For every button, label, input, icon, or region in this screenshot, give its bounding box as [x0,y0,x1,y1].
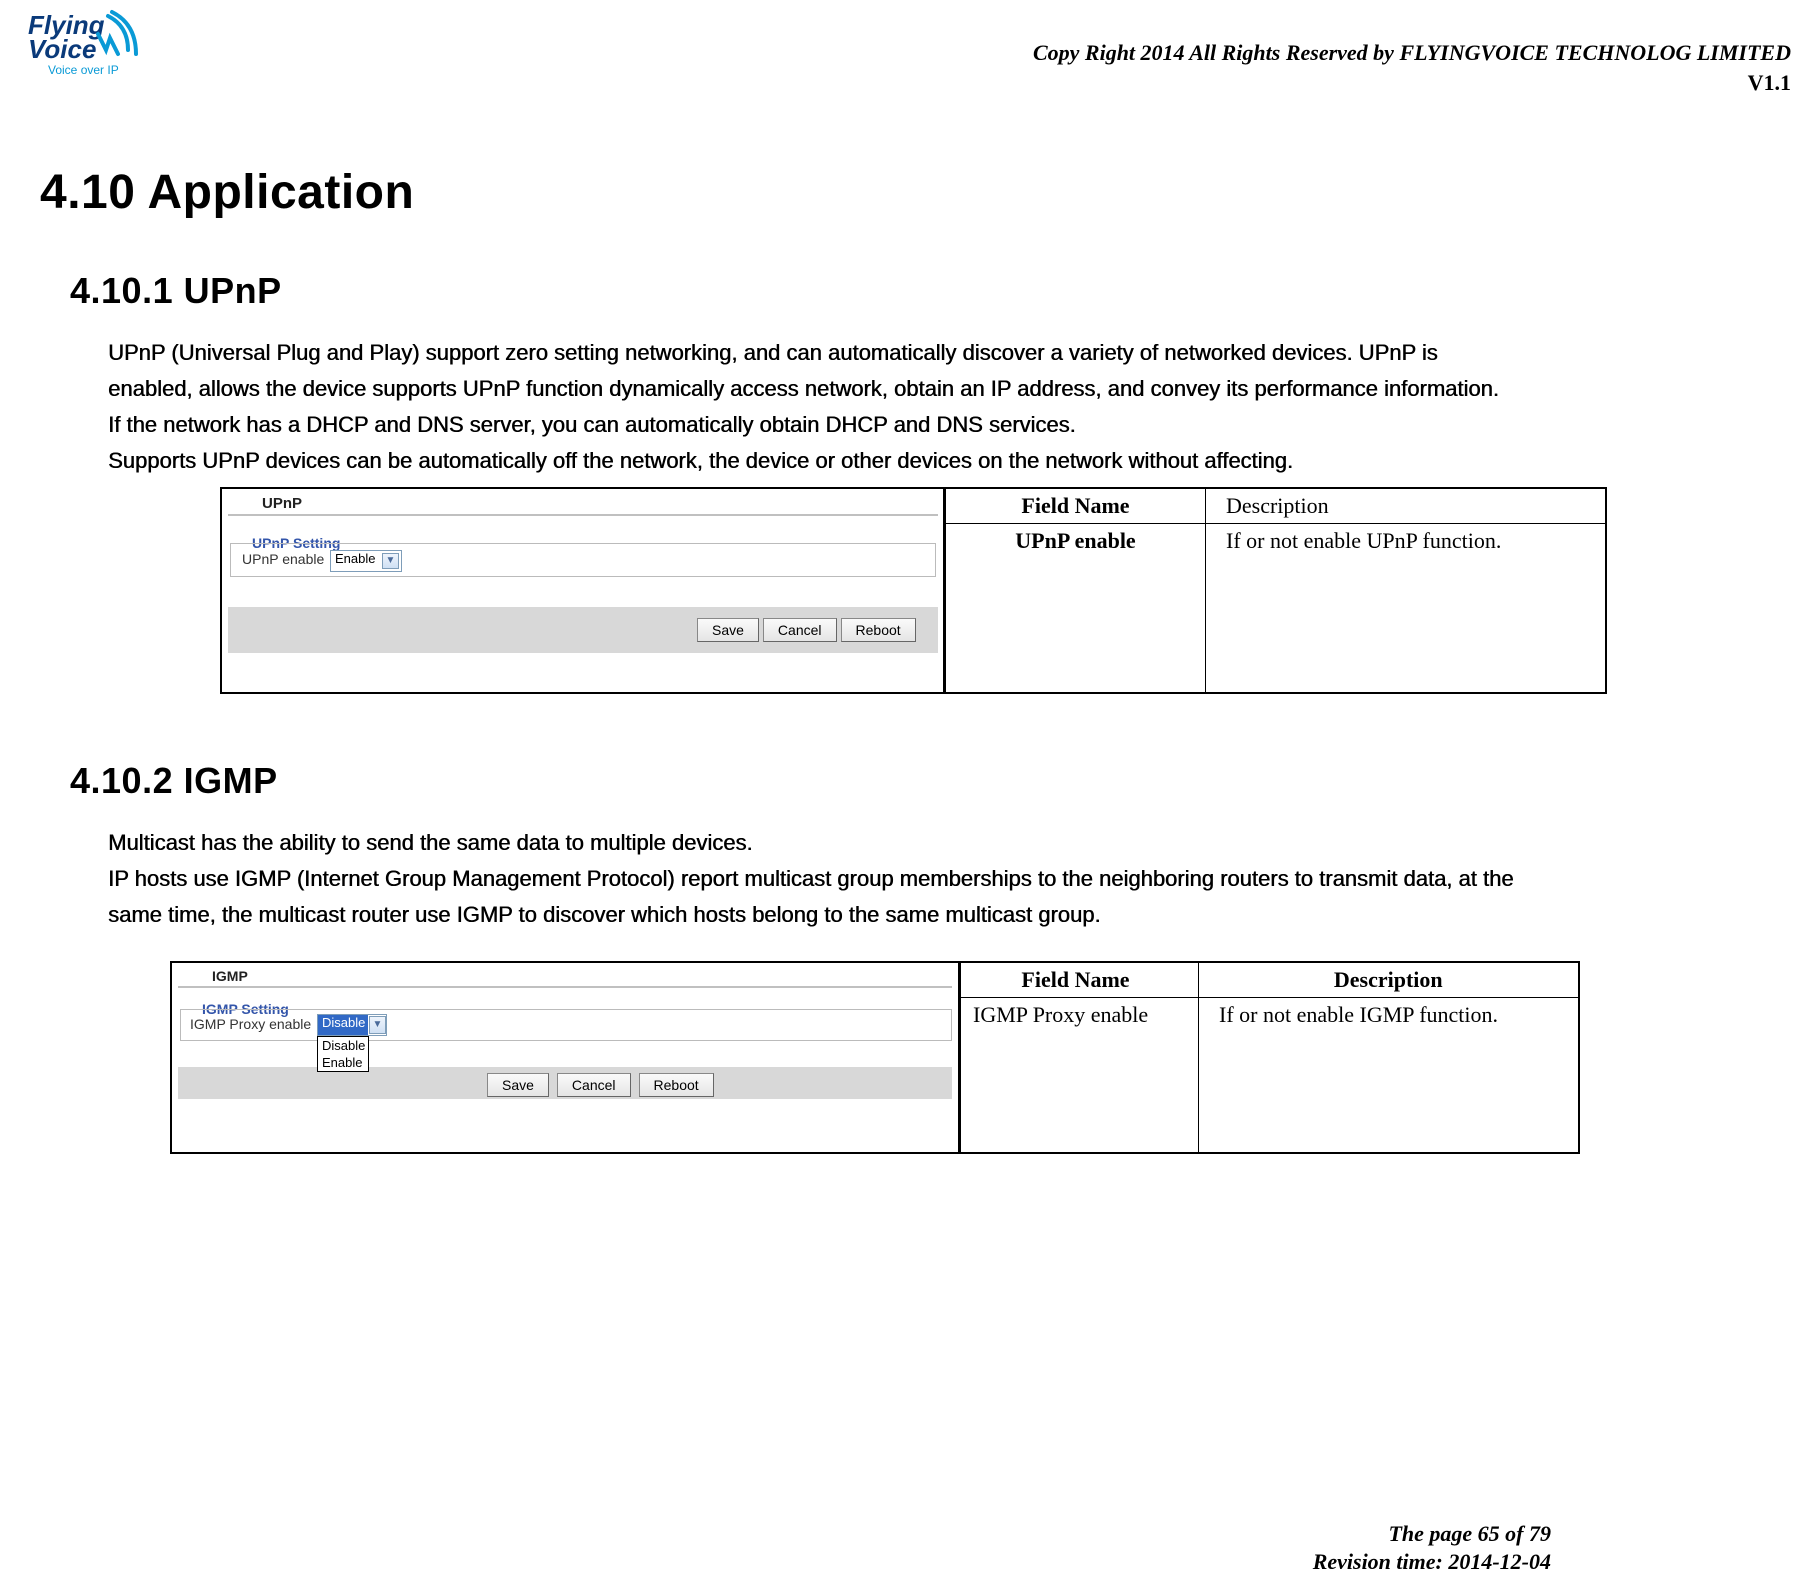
igmp-th-field: Field Name [961,962,1199,998]
igmp-td-field: IGMP Proxy enable [961,997,1199,1153]
upnp-td-desc: If or not enable UPnP function. [1206,523,1606,693]
upnp-para-2: enabled, allows the device supports UPnP… [108,373,1811,405]
h1-application: 4.10 Application [40,165,414,220]
upnp-description: UPnP (Universal Plug and Play) support z… [108,337,1811,477]
h2-upnp: 4.10.1 UPnP [70,270,1811,312]
igmp-option-disable[interactable]: Disable [318,1037,368,1054]
page-footer: The page 65 of 79 Revision time: 2014-12… [1313,1520,1551,1577]
upnp-panel-title: UPnP [262,495,302,512]
upnp-para-3: If the network has a DHCP and DNS server… [108,409,1811,441]
upnp-select-value: Enable [331,551,375,566]
igmp-th-desc: Description [1199,962,1579,998]
igmp-spec-table: Field Name Description IGMP Proxy enable… [960,961,1580,1155]
footer-page: The page 65 of 79 [1313,1520,1551,1549]
save-button[interactable]: Save [697,618,759,642]
upnp-para-4: Supports UPnP devices can be automatical… [108,445,1811,477]
igmp-divider [178,986,952,988]
igmp-dropdown-list[interactable]: Disable Enable [317,1036,369,1072]
copyright-text: Copy Right 2014 All Rights Reserved by F… [1033,40,1791,66]
logo: Flying Voice Voice over IP [28,8,143,80]
reboot-button[interactable]: Reboot [639,1073,714,1097]
upnp-divider [228,514,938,516]
header-right: Copy Right 2014 All Rights Reserved by F… [1033,40,1791,96]
igmp-para-1: Multicast has the ability to send the sa… [108,827,1811,859]
upnp-th-field: Field Name [946,488,1206,524]
upnp-th-desc: Description [1206,488,1606,524]
upnp-para-1: UPnP (Universal Plug and Play) support z… [108,337,1811,369]
save-button[interactable]: Save [487,1073,549,1097]
cancel-button[interactable]: Cancel [557,1073,631,1097]
igmp-para-2: IP hosts use IGMP (Internet Group Manage… [108,863,1811,895]
upnp-enable-label: UPnP enable [242,551,324,567]
igmp-select-value: Disable [318,1015,368,1035]
upnp-td-field: UPnP enable [946,523,1206,693]
igmp-para-3: same time, the multicast router use IGMP… [108,899,1811,931]
igmp-option-enable[interactable]: Enable [318,1054,368,1071]
reboot-button[interactable]: Reboot [841,618,916,642]
igmp-panel-title: IGMP [212,968,248,984]
logo-text-2: Voice [28,34,96,64]
igmp-screenshot: IGMP IGMP Setting IGMP Proxy enable Disa… [170,961,960,1155]
section-igmp: 4.10.2 IGMP Multicast has the ability to… [70,760,1811,1154]
section-upnp: 4.10.1 UPnP UPnP (Universal Plug and Pla… [70,270,1811,694]
chevron-down-icon: ▼ [382,553,399,569]
footer-revision: Revision time: 2014-12-04 [1313,1548,1551,1577]
upnp-screenshot: UPnP UPnP Setting UPnP enable Enable ▼ S… [220,487,945,695]
igmp-enable-label: IGMP Proxy enable [190,1016,311,1032]
chevron-down-icon: ▼ [369,1016,386,1034]
igmp-td-desc: If or not enable IGMP function. [1199,997,1579,1153]
igmp-description: Multicast has the ability to send the sa… [108,827,1811,931]
logo-tagline: Voice over IP [48,63,119,77]
version-text: V1.1 [1033,70,1791,96]
upnp-enable-select[interactable]: Enable ▼ [330,550,402,572]
cancel-button[interactable]: Cancel [763,618,837,642]
upnp-spec-table: Field Name Description UPnP enable If or… [945,487,1607,695]
h2-igmp: 4.10.2 IGMP [70,760,1811,802]
